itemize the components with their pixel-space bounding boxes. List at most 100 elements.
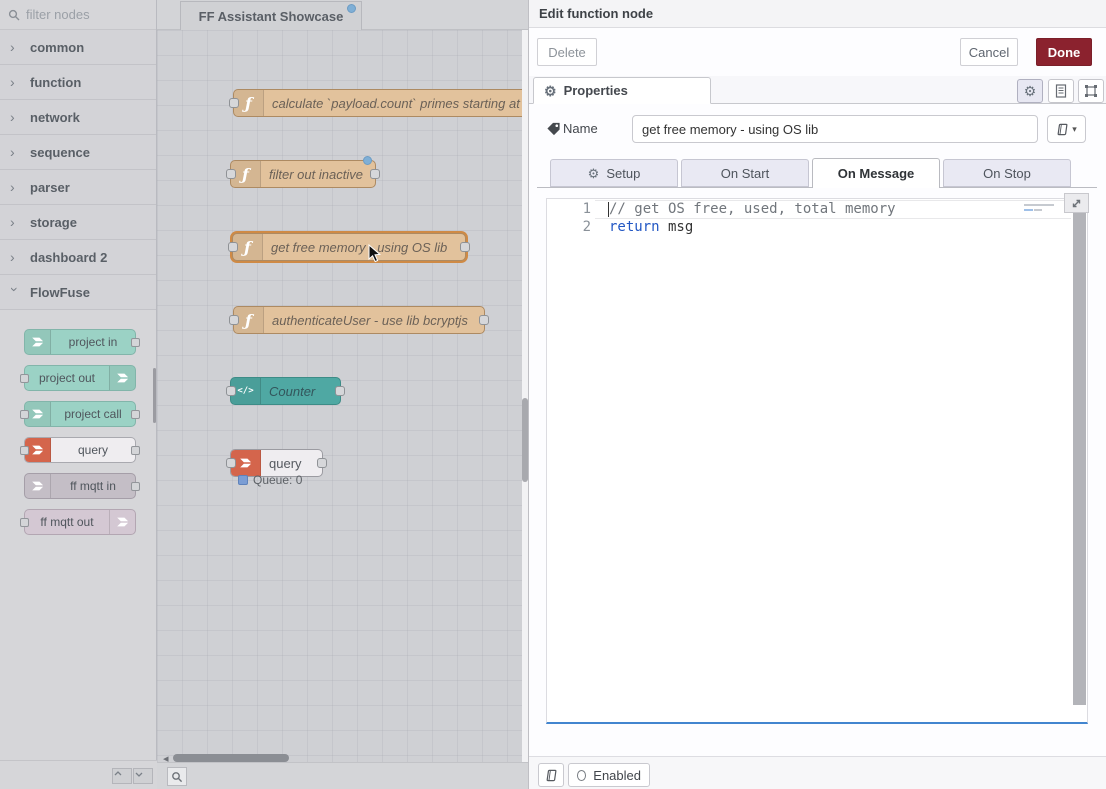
output-port[interactable] — [317, 458, 327, 468]
status-dot — [238, 475, 248, 485]
palette-search — [0, 0, 156, 30]
chevron-down-icon: › — [7, 287, 23, 297]
caret-down-icon: ▾ — [1072, 124, 1077, 135]
edit-tray-tab-row: ⚙ Properties ⚙ — [529, 76, 1106, 104]
input-port[interactable] — [20, 410, 29, 419]
output-port[interactable] — [335, 386, 345, 396]
output-port[interactable] — [131, 446, 140, 455]
flowfuse-icon — [25, 330, 51, 354]
output-port[interactable] — [131, 482, 140, 491]
category-label: common — [30, 40, 84, 55]
category-label: parser — [30, 180, 70, 195]
flow-canvas[interactable]: ƒ calculate `payload.count` primes start… — [157, 30, 528, 762]
node-get-free-memory[interactable]: ƒ get free memory - using OS lib — [232, 233, 466, 261]
search-flows-button[interactable] — [167, 767, 187, 786]
palette-node-label: ff mqtt in — [51, 474, 135, 498]
editor-minimap[interactable] — [1024, 202, 1066, 216]
palette-category-storage[interactable]: › storage — [0, 205, 156, 240]
editor-expand-button[interactable] — [1064, 193, 1089, 213]
palette-footer — [0, 760, 157, 789]
tab-setup[interactable]: ⚙ Setup — [550, 159, 678, 187]
enabled-label: Enabled — [593, 768, 641, 783]
node-label: get free memory - using OS lib — [271, 234, 447, 260]
enabled-toggle-button[interactable]: Enabled — [568, 763, 650, 787]
appearance-icon — [1084, 84, 1098, 98]
palette-category-parser[interactable]: › parser — [0, 170, 156, 205]
gear-icon: ⚙ — [588, 167, 600, 180]
node-label: filter out inactive — [269, 161, 363, 187]
palette-node-ff-mqtt-in[interactable]: ff mqtt in — [24, 473, 136, 499]
output-port[interactable] — [131, 410, 140, 419]
output-port[interactable] — [460, 242, 470, 252]
node-filter-out-inactive[interactable]: ƒ filter out inactive — [230, 160, 376, 188]
appearance-view-button[interactable] — [1078, 79, 1104, 103]
input-port[interactable] — [229, 98, 239, 108]
properties-tab[interactable]: ⚙ Properties — [533, 77, 711, 104]
chevron-right-icon: › — [10, 249, 20, 265]
delete-button[interactable]: Delete — [537, 38, 597, 66]
category-label: function — [30, 75, 81, 90]
cancel-button[interactable]: Cancel — [960, 38, 1018, 66]
name-input[interactable] — [632, 115, 1038, 143]
code-line-text: return msg — [609, 218, 693, 236]
palette-node-project-in[interactable]: project in — [24, 329, 136, 355]
input-port[interactable] — [20, 518, 29, 527]
input-port[interactable] — [228, 242, 238, 252]
output-port[interactable] — [370, 169, 380, 179]
palette-category-sequence[interactable]: › sequence — [0, 135, 156, 170]
input-port[interactable] — [226, 169, 236, 179]
node-counter[interactable]: </> Counter — [230, 377, 341, 405]
input-port[interactable] — [20, 374, 29, 383]
palette-scrollbar[interactable] — [153, 368, 156, 423]
node-status: Queue: 0 — [238, 473, 302, 487]
input-port[interactable] — [229, 315, 239, 325]
horizontal-scroll-thumb[interactable] — [173, 754, 289, 762]
output-port[interactable] — [131, 338, 140, 347]
library-dropdown-button[interactable]: ▾ — [1047, 115, 1086, 143]
palette-category-flowfuse[interactable]: › FlowFuse — [0, 275, 156, 310]
code-comment: // get OS free, used, total memory — [609, 200, 896, 218]
tab-label: On Stop — [983, 166, 1031, 181]
description-view-button[interactable] — [1048, 79, 1074, 103]
palette-node-project-out[interactable]: project out — [24, 365, 136, 391]
category-label: dashboard 2 — [30, 250, 107, 265]
palette-expand-all-button[interactable] — [133, 768, 153, 784]
palette-category-function[interactable]: › function — [0, 65, 156, 100]
tab-label: On Start — [721, 166, 769, 181]
palette-category-common[interactable]: › common — [0, 30, 156, 65]
palette-node-project-call[interactable]: project call — [24, 401, 136, 427]
flow-tab[interactable]: FF Assistant Showcase — [180, 1, 362, 30]
done-button[interactable]: Done — [1036, 38, 1092, 66]
gear-icon: ⚙ — [544, 84, 557, 98]
node-calculate-primes[interactable]: ƒ calculate `payload.count` primes start… — [233, 89, 528, 117]
flowfuse-icon — [109, 510, 135, 534]
tab-on-stop[interactable]: On Stop — [943, 159, 1071, 187]
node-modified-dot — [363, 156, 372, 165]
chevron-right-icon: › — [10, 109, 20, 125]
palette-category-dashboard2[interactable]: › dashboard 2 — [0, 240, 156, 275]
tab-on-start[interactable]: On Start — [681, 159, 809, 187]
editor-scrollbar[interactable] — [1073, 213, 1086, 705]
category-label: sequence — [30, 145, 90, 160]
input-port[interactable] — [226, 458, 236, 468]
palette-node-query[interactable]: query — [24, 437, 136, 463]
input-port[interactable] — [226, 386, 236, 396]
category-label: FlowFuse — [30, 285, 90, 300]
code-editor[interactable]: 1 // get OS free, used, total memory 2 r… — [546, 198, 1088, 724]
input-port[interactable] — [20, 446, 29, 455]
palette-node-label: project out — [25, 366, 109, 390]
tab-on-message[interactable]: On Message — [812, 158, 940, 188]
palette-collapse-all-button[interactable] — [112, 768, 132, 784]
edit-tray-header: Edit function node — [529, 0, 1106, 28]
edit-tray-toolbar: Delete Cancel Done — [529, 28, 1106, 76]
properties-view-button[interactable]: ⚙ — [1017, 79, 1043, 103]
flow-tab-label: FF Assistant Showcase — [199, 9, 344, 24]
node-authenticate-user[interactable]: ƒ authenticateUser - use lib bcryptjs — [233, 306, 485, 334]
palette-filter-input[interactable] — [26, 7, 148, 22]
library-button[interactable] — [538, 763, 564, 787]
line-number: 1 — [547, 200, 591, 218]
line-number: 2 — [547, 218, 591, 236]
output-port[interactable] — [479, 315, 489, 325]
palette-category-network[interactable]: › network — [0, 100, 156, 135]
palette-node-ff-mqtt-out[interactable]: ff mqtt out — [24, 509, 136, 535]
